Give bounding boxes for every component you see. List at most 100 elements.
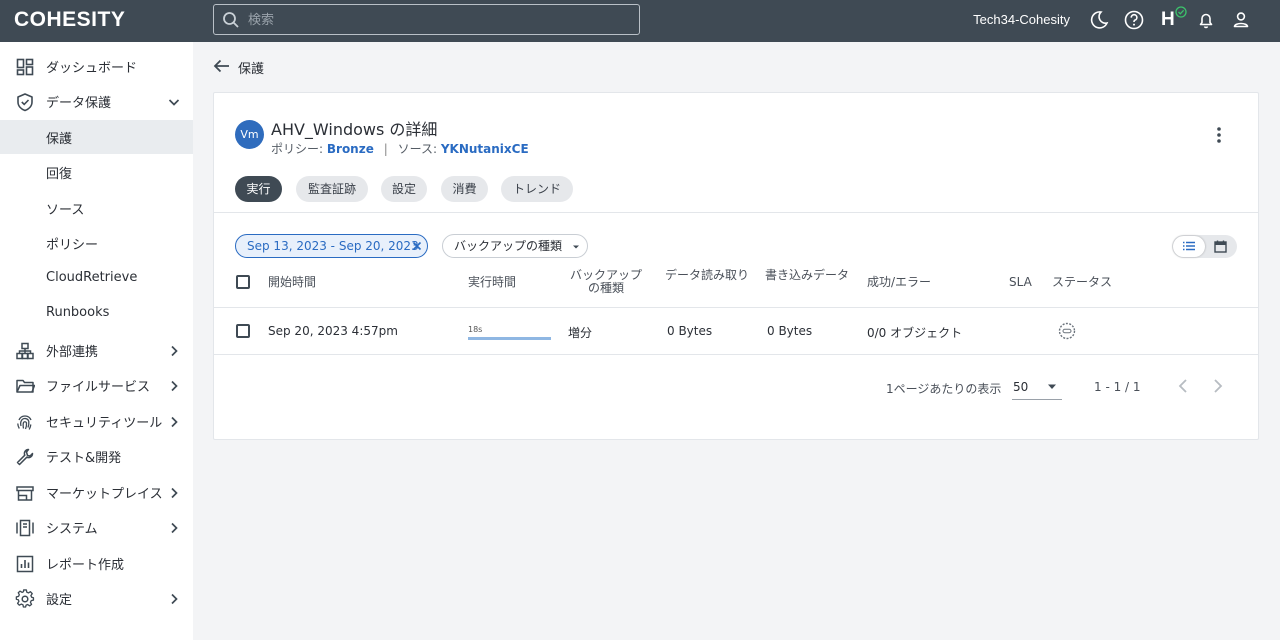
sidebar-item-settings[interactable]: 設定 [0,581,193,615]
sidebar-item-label: 設定 [46,593,73,608]
column-success-error[interactable]: 成功/エラー [867,276,931,289]
chevron-right-icon [171,522,178,534]
search-icon [223,12,239,28]
bell-icon[interactable] [1195,9,1217,31]
sidebar-item-sources[interactable]: ソース [0,191,193,225]
column-data-read[interactable]: データ読み取り [665,269,749,282]
sidebar-item-label: セキュリティツール [46,416,163,431]
tab-settings[interactable]: 設定 [381,176,427,202]
help-icon[interactable] [1123,9,1145,31]
breadcrumb[interactable]: 保護 [238,58,264,77]
more-vert-icon[interactable] [1207,123,1231,147]
user-icon[interactable] [1230,9,1252,31]
column-sla[interactable]: SLA [1009,276,1032,289]
column-status[interactable]: ステータス [1052,276,1112,289]
sidebar-item-label: データ保護 [46,96,112,111]
hierarchy-icon [16,342,34,360]
run-duration: 18s [468,325,483,334]
sidebar: ダッシュボード データ保護 保護 回復 ソース ポリシー CloudRetrie… [0,42,193,640]
policy-label: ポリシー: [271,142,324,156]
close-icon[interactable] [411,240,423,252]
run-success-error: 0/0 オブジェクト [867,326,963,340]
sidebar-item-label: テスト&開発 [46,451,122,466]
list-icon [1183,241,1195,251]
sidebar-item-label: システム [46,522,98,537]
check-icon [1175,6,1187,18]
run-start-time[interactable]: Sep 20, 2023 4:57pm [268,324,398,338]
protection-meta: ポリシー: Bronze | ソース: YKNutanixCE [271,140,529,157]
sidebar-item-recovery[interactable]: 回復 [0,155,193,189]
sidebar-item-file-services[interactable]: ファイルサービス [0,368,193,402]
dark-mode-icon[interactable] [1088,9,1110,31]
sidebar-item-protection[interactable]: 保護 [0,120,193,154]
column-duration[interactable]: 実行時間 [468,276,516,289]
chevron-right-icon[interactable] [1211,377,1225,395]
sidebar-item-label: 保護 [46,132,73,147]
list-view-button[interactable] [1173,236,1205,257]
date-range-chip[interactable]: Sep 13, 2023 - Sep 20, 2023 [235,234,428,258]
chevron-left-icon[interactable] [1176,377,1190,395]
rows-per-page-select[interactable]: 50 [1012,374,1062,400]
detail-card: Vm AHV_Windows の詳細 ポリシー: Bronze | ソース: Y… [213,92,1259,440]
sidebar-item-reporting[interactable]: レポート作成 [0,546,193,580]
shield-icon [17,93,33,112]
sidebar-item-label: 外部連携 [46,345,99,360]
sidebar-item-data-protection[interactable]: データ保護 [0,84,193,118]
sidebar-item-dashboard[interactable]: ダッシュボード [0,49,193,83]
tab-consumption[interactable]: 消費 [441,176,488,202]
tab-audit-trail[interactable]: 監査証跡 [296,176,368,202]
sidebar-item-runbooks[interactable]: Runbooks [0,297,193,331]
column-backup-type[interactable]: バックアップの種類 [566,269,646,295]
duration-bar [468,337,551,340]
view-toggle [1172,235,1237,258]
sidebar-item-label: Runbooks [46,305,110,320]
column-start-time[interactable]: 開始時間 [268,276,316,289]
source-label: ソース: [397,142,438,156]
cohesity-logo[interactable]: COHESITY [14,7,125,33]
sidebar-item-label: ファイルサービス [46,380,151,395]
sidebar-item-label: ソース [46,203,85,218]
sidebar-item-system[interactable]: システム [0,510,193,544]
sidebar-item-security-tools[interactable]: セキュリティツール [0,404,193,438]
top-bar: COHESITY Tech34-Cohesity H [0,0,1280,42]
sidebar-item-label: マーケットプレイス [46,487,163,502]
sidebar-item-label: 回復 [46,167,73,182]
chevron-right-icon [171,487,178,499]
helios-icon[interactable]: H [1161,9,1175,31]
sidebar-item-label: ポリシー [46,238,99,253]
cluster-name[interactable]: Tech34-Cohesity [960,12,1070,27]
tab-trends[interactable]: トレンド [501,176,573,202]
sidebar-item-policies[interactable]: ポリシー [0,226,193,260]
gear-icon [15,589,35,608]
search-input[interactable] [248,9,628,31]
chevron-right-icon [171,345,178,357]
select-all-checkbox[interactable] [236,275,250,289]
store-icon [16,486,34,501]
chevron-right-icon [171,593,178,605]
policy-link[interactable]: Bronze [327,142,374,156]
dashboard-icon [16,58,34,76]
caret-down-icon [1048,384,1056,389]
divider [214,212,1258,213]
backup-type-filter[interactable]: バックアップの種類 [442,234,588,258]
folder-icon [16,379,35,393]
fingerprint-icon [17,415,32,430]
calendar-view-button[interactable] [1205,236,1236,257]
sidebar-item-label: ダッシュボード [46,61,138,76]
divider [214,354,1258,355]
source-link[interactable]: YKNutanixCE [441,142,529,156]
back-arrow-icon[interactable] [212,57,232,75]
search-box[interactable] [213,4,640,35]
running-icon[interactable] [1057,321,1077,341]
sidebar-item-marketplace[interactable]: マーケットプレイス [0,475,193,509]
chevron-down-icon [168,99,180,106]
backup-type-filter-label: バックアップの種類 [454,239,563,253]
row-checkbox[interactable] [236,324,250,338]
sidebar-item-integrations[interactable]: 外部連携 [0,333,193,367]
tab-runs[interactable]: 実行 [235,176,282,202]
rows-per-page-value: 50 [1013,380,1029,394]
sidebar-item-cloudretrieve[interactable]: CloudRetrieve [0,262,193,296]
column-data-written[interactable]: 書き込みデータ [765,269,849,282]
run-data-read: 0 Bytes [667,324,713,338]
sidebar-item-test-dev[interactable]: テスト&開発 [0,439,193,473]
